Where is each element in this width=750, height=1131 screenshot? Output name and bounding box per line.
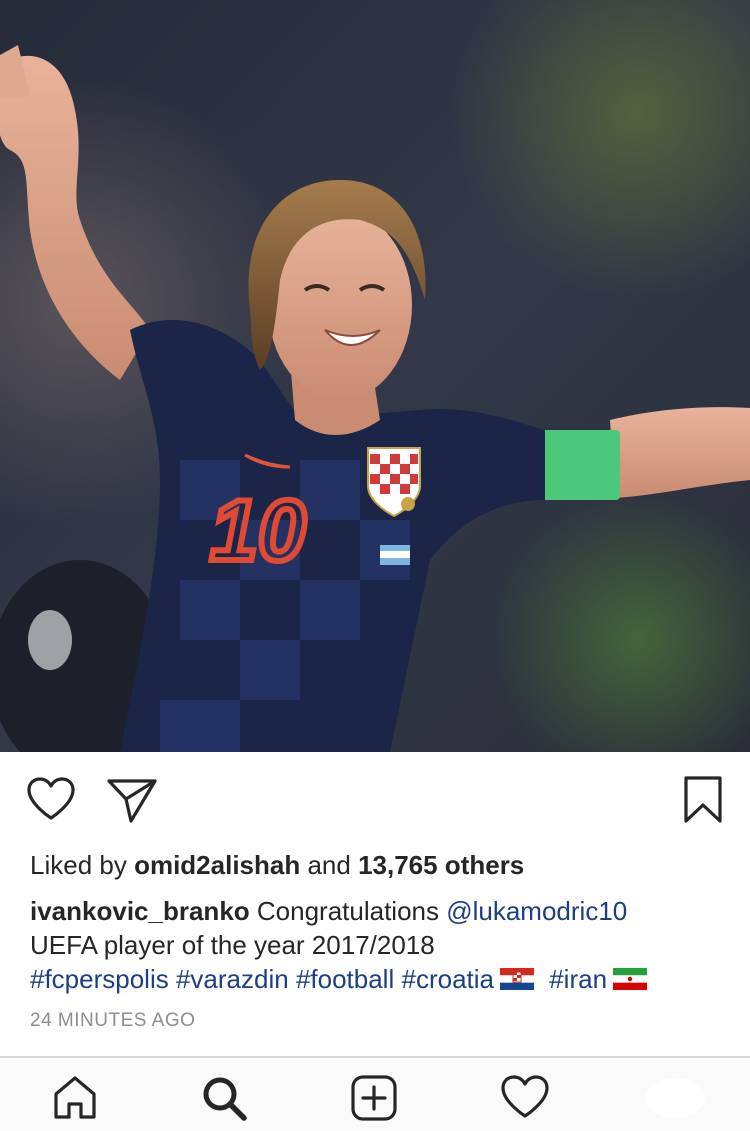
bookmark-icon bbox=[684, 776, 722, 823]
hashtag-list: #fcperspolis #varazdin #football #croati… bbox=[30, 962, 730, 996]
hashtag[interactable]: #croatia bbox=[401, 964, 494, 994]
croatia-flag-emoji bbox=[499, 968, 534, 991]
tab-new-post[interactable] bbox=[350, 1074, 398, 1127]
iran-flag-emoji bbox=[613, 968, 648, 991]
hashtag[interactable]: #fcperspolis bbox=[30, 964, 169, 994]
liked-by-user-link[interactable]: omid2alishah bbox=[134, 850, 300, 880]
heart-icon bbox=[27, 777, 75, 820]
likes-prefix: Liked by bbox=[30, 850, 135, 880]
likes-middle: and bbox=[300, 850, 359, 880]
caption-line2: UEFA player of the year 2017/2018 bbox=[30, 930, 435, 960]
share-button[interactable] bbox=[106, 777, 158, 823]
post-caption: ivankovic_branko Congratulations @lukamo… bbox=[30, 894, 730, 996]
plus-square-icon bbox=[351, 1075, 397, 1121]
tab-activity[interactable] bbox=[500, 1074, 550, 1125]
hashtag[interactable]: #football bbox=[296, 964, 394, 994]
hashtag[interactable]: #varazdin bbox=[176, 964, 289, 994]
search-icon bbox=[203, 1077, 247, 1121]
jersey-number: 10 bbox=[210, 483, 306, 579]
likes-summary: Liked by omid2alishah and 13,765 others bbox=[30, 848, 524, 882]
save-button[interactable] bbox=[683, 775, 723, 825]
profile-avatar-icon bbox=[645, 1078, 705, 1118]
like-button[interactable] bbox=[26, 776, 76, 822]
player-photo: 10 bbox=[0, 0, 750, 752]
home-icon bbox=[54, 1076, 96, 1119]
tab-profile[interactable] bbox=[640, 1072, 710, 1127]
tab-search[interactable] bbox=[200, 1074, 248, 1127]
heart-icon bbox=[501, 1075, 549, 1118]
caption-mention[interactable]: @lukamodric10 bbox=[446, 896, 627, 926]
hashtag[interactable]: #iran bbox=[549, 964, 607, 994]
likes-count-link[interactable]: 13,765 others bbox=[358, 850, 524, 880]
paper-plane-icon bbox=[107, 779, 157, 823]
post-timestamp: 24 MINUTES AGO bbox=[30, 1010, 196, 1031]
caption-username[interactable]: ivankovic_branko bbox=[30, 896, 250, 926]
post-photo[interactable]: 10 bbox=[0, 0, 750, 752]
caption-text: Congratulations bbox=[249, 896, 447, 926]
tab-home[interactable] bbox=[52, 1074, 98, 1125]
